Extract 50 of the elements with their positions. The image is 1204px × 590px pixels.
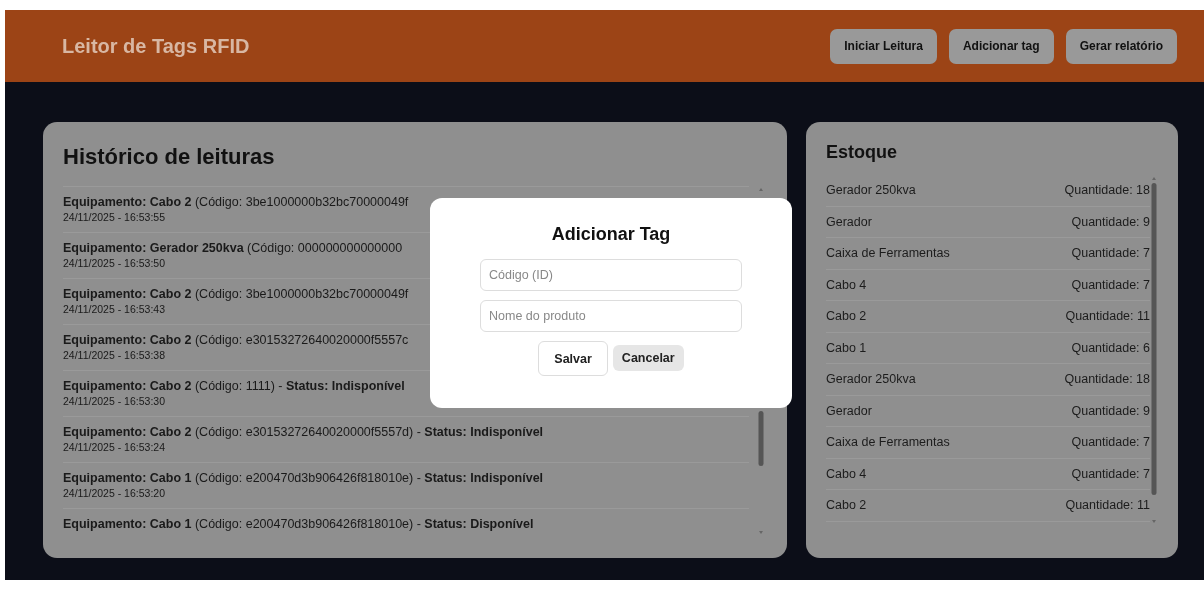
product-name: Gerador 250kva xyxy=(826,372,916,387)
reading-time: 24/11/2025 - 16:53:30 xyxy=(63,395,165,408)
reading-time: 24/11/2025 - 16:53:55 xyxy=(63,211,165,224)
product-name: Cabo 2 xyxy=(826,498,867,513)
text-field[interactable]: Nome do produto xyxy=(480,300,742,332)
reading-text: Equipamento: Cabo 2 (Código: e30153272640020000f5557d) - Status: Indisponível xyxy=(63,424,544,441)
dialog-title: Adicionar Tag xyxy=(551,224,671,245)
panel-title: Histórico de leituras xyxy=(63,144,276,170)
product-name: Gerador xyxy=(826,403,872,418)
reading-text: Equipamento: Cabo 2 (Código: 1111) - Status: Indisponível xyxy=(63,378,405,395)
product-quantity: Quantidade: 7 xyxy=(1071,246,1150,261)
save-button[interactable]: Salvar xyxy=(538,341,608,376)
reading-time: 24/11/2025 - 16:53:24 xyxy=(63,441,165,454)
product-name: Cabo 2 xyxy=(826,309,867,324)
product-quantity: Quantidade: 11 xyxy=(1065,309,1150,324)
product-quantity: Quantidade: 11 xyxy=(1065,498,1150,513)
product-quantity: Quantidade: 9 xyxy=(1071,214,1150,229)
product-quantity: Quantidade: 7 xyxy=(1071,277,1150,292)
product-quantity: Quantidade: 9 xyxy=(1071,403,1150,418)
reading-text: Equipamento: Cabo 2 (Código: e30153272640020000f5557c xyxy=(63,332,409,349)
product-name: Cabo 1 xyxy=(826,340,867,355)
product-quantity: Quantidade: 6 xyxy=(1071,340,1150,355)
reading-text: Equipamento: Cabo 1 (Código: e200470d3b906426f818010e) - Status: Disponível xyxy=(63,516,534,533)
app-title: Leitor de Tags RFID xyxy=(62,34,250,58)
header-button[interactable]: Iniciar Leitura xyxy=(830,28,937,64)
reading-text: Equipamento: Gerador 250kva (Código: 000000000000000 xyxy=(63,240,403,257)
cancel-button[interactable]: Cancelar xyxy=(612,345,684,371)
reading-time: 24/11/2025 - 16:53:38 xyxy=(63,349,165,362)
product-quantity: Quantidade: 18 xyxy=(1064,372,1150,387)
panel-title: Estoque xyxy=(826,142,898,163)
product-name: Gerador xyxy=(826,214,872,229)
reading-time: 24/11/2025 - 16:53:20 xyxy=(63,487,165,500)
header-button[interactable]: Adicionar tag xyxy=(948,28,1054,64)
header-button[interactable]: Gerar relatório xyxy=(1065,28,1177,64)
reading-text: Equipamento: Cabo 2 (Código: 3be1000000b32bc70000049f xyxy=(63,194,409,211)
reading-text: Equipamento: Cabo 2 (Código: 3be1000000b32bc70000049f xyxy=(63,286,409,303)
product-quantity: Quantidade: 7 xyxy=(1071,435,1150,450)
scrollbar[interactable] xyxy=(757,186,765,536)
product-name: Caixa de Ferramentas xyxy=(826,246,950,261)
product-name: Caixa de Ferramentas xyxy=(826,435,950,450)
reading-time: 24/11/2025 - 16:53:43 xyxy=(63,303,165,316)
scrollbar[interactable] xyxy=(1150,175,1158,525)
product-name: Gerador 250kva xyxy=(826,183,916,198)
product-name: Cabo 4 xyxy=(826,466,867,481)
reading-text: Equipamento: Cabo 1 (Código: e200470d3b906426f818010e) - Status: Indisponível xyxy=(63,470,544,487)
product-quantity: Quantidade: 18 xyxy=(1064,183,1150,198)
product-quantity: Quantidade: 7 xyxy=(1071,466,1150,481)
reading-time: 24/11/2025 - 16:53:50 xyxy=(63,257,165,270)
text-field[interactable]: Código (ID) xyxy=(480,259,742,291)
product-name: Cabo 4 xyxy=(826,277,867,292)
